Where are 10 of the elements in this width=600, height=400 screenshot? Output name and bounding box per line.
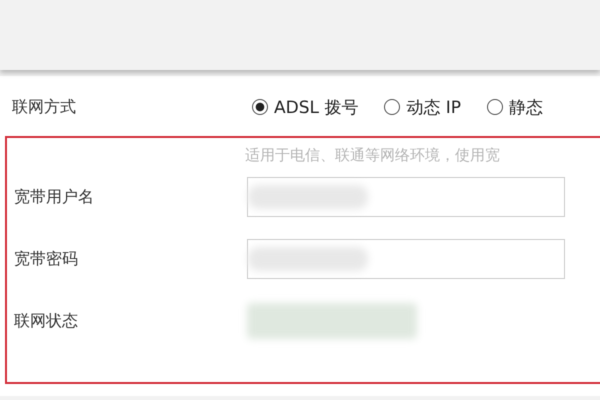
- field-label: 联网方式: [11, 96, 77, 118]
- hint-text: 适用于电信、联通等网络环境，使用宽: [244, 145, 501, 166]
- field-label: 宽带用户名: [13, 186, 95, 208]
- input-field[interactable]: [247, 239, 565, 279]
- field-label: 宽带密码: [13, 248, 79, 270]
- input-field[interactable]: [247, 177, 565, 217]
- radio-option[interactable]: ADSL 拨号: [252, 96, 358, 118]
- radio-option[interactable]: 静态: [487, 96, 544, 118]
- radio-option[interactable]: 动态 IP: [384, 96, 462, 118]
- field-label: 联网状态: [13, 310, 79, 332]
